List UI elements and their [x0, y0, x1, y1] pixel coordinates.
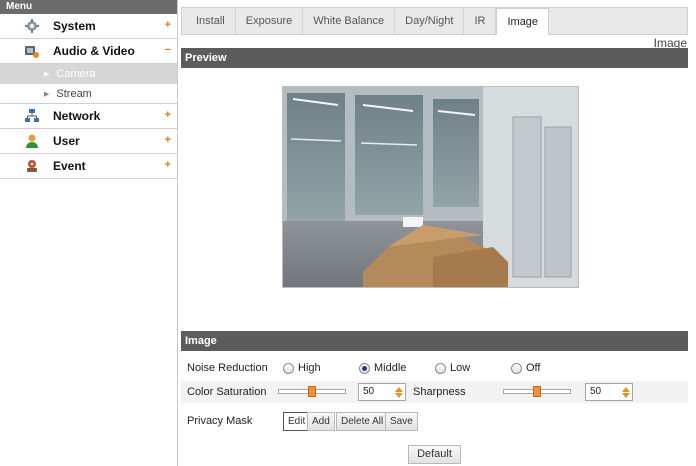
color-saturation-label: Color Saturation — [187, 386, 267, 398]
tab-image[interactable]: Image — [496, 8, 550, 35]
privacy-mask-label: Privacy Mask — [187, 415, 253, 427]
sidebar-subitem-stream[interactable]: ▶ Stream — [0, 84, 177, 104]
radio-button[interactable] — [511, 362, 522, 374]
noise-radio-high[interactable]: High — [283, 362, 321, 374]
sidebar-item-label: User — [53, 134, 80, 148]
gear-icon — [24, 18, 40, 34]
slider-thumb[interactable] — [533, 386, 541, 397]
sidebar-subitem-camera[interactable]: ▶ Camera — [0, 64, 177, 84]
sharpness-label: Sharpness — [413, 386, 466, 398]
sidebar-item-label: Event — [53, 159, 86, 173]
color-sharpness-row: Color Saturation 50 Sharpness 50 — [181, 381, 688, 403]
sidebar-item-audio-video[interactable]: Audio & Video − — [0, 39, 177, 64]
tab-exposure[interactable]: Exposure — [235, 8, 304, 34]
tab-install[interactable]: Install — [186, 8, 236, 34]
color-saturation-slider[interactable] — [278, 386, 346, 397]
noise-reduction-row: Noise Reduction High Middle Low Off — [181, 358, 688, 378]
image-section-header: Image — [181, 331, 688, 351]
default-button[interactable]: Default — [408, 444, 461, 464]
sidebar-item-label: Network — [53, 109, 101, 123]
sidebar-item-system[interactable]: System + — [0, 14, 177, 39]
spinbox-value: 50 — [363, 386, 375, 397]
radio-button[interactable] — [435, 362, 446, 374]
sharpness-slider[interactable] — [503, 386, 571, 397]
slider-thumb[interactable] — [308, 386, 316, 397]
camera-preview — [282, 86, 579, 288]
noise-reduction-label: Noise Reduction — [187, 362, 268, 374]
tab-day-night[interactable]: Day/Night — [395, 8, 465, 34]
preview-section-header: Preview — [181, 48, 688, 68]
sidebar-subitem-label: Camera — [56, 68, 96, 80]
sidebar-item-network[interactable]: Network + — [0, 104, 177, 129]
spinbox-value: 50 — [590, 386, 602, 397]
privacy-save-button[interactable]: Save — [385, 411, 418, 431]
sidebar-item-label: System — [53, 19, 96, 33]
network-icon — [24, 108, 40, 124]
default-row: Default — [181, 444, 688, 464]
noise-radio-middle[interactable]: Middle — [359, 362, 406, 374]
triangle-right-icon: ▶ — [44, 71, 50, 78]
triangle-right-icon: ▶ — [44, 90, 50, 98]
sidebar-menu: Menu System + Audio & Video − ▶ Camera ▶… — [0, 0, 178, 466]
sidebar-subitem-label: Stream — [56, 87, 92, 100]
color-saturation-spinbox[interactable]: 50 — [358, 383, 406, 401]
tab-white-balance[interactable]: White Balance — [303, 8, 396, 34]
noise-radio-off[interactable]: Off — [511, 362, 540, 374]
menu-title: Menu — [0, 0, 177, 14]
audio-video-icon — [24, 43, 40, 59]
radio-label: High — [298, 362, 321, 374]
radio-label: Middle — [374, 362, 407, 374]
spinner-arrows-icon[interactable] — [621, 385, 631, 399]
user-icon — [24, 133, 40, 149]
privacy-mask-row: Privacy Mask Edit Add Delete All Save — [181, 410, 688, 432]
radio-label: Low — [450, 362, 471, 374]
sidebar-item-user[interactable]: User + — [0, 129, 177, 154]
collapse-icon[interactable]: − — [165, 44, 171, 56]
sidebar-item-label: Audio & Video — [53, 44, 135, 58]
expand-icon[interactable]: + — [165, 19, 171, 31]
sharpness-spinbox[interactable]: 50 — [585, 383, 633, 401]
spinner-arrows-icon[interactable] — [394, 385, 404, 399]
radio-button-selected[interactable] — [359, 362, 370, 374]
noise-radio-low[interactable]: Low — [435, 362, 470, 374]
expand-icon[interactable]: + — [165, 109, 171, 121]
sidebar-item-event[interactable]: Event + — [0, 154, 177, 179]
radio-button[interactable] — [283, 362, 294, 374]
radio-label: Off — [526, 362, 541, 374]
tab-ir[interactable]: IR — [464, 8, 497, 34]
expand-icon[interactable]: + — [165, 159, 171, 171]
camera-preview-image — [283, 87, 578, 287]
main-panel: Install Exposure White Balance Day/Night… — [179, 0, 696, 466]
event-icon — [24, 158, 40, 174]
privacy-add-button[interactable]: Add — [307, 411, 335, 431]
privacy-delete-all-button[interactable]: Delete All — [336, 411, 389, 431]
expand-icon[interactable]: + — [165, 134, 171, 146]
tab-bar: Install Exposure White Balance Day/Night… — [181, 7, 688, 35]
